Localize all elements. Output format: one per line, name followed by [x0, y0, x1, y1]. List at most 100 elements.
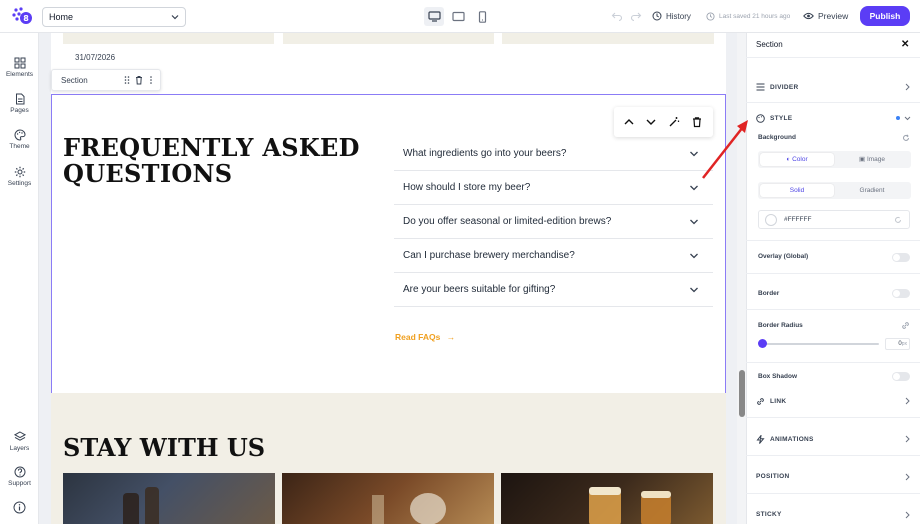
reset-icon[interactable] — [902, 134, 910, 142]
delete-icon[interactable] — [691, 116, 703, 128]
more-options-icon[interactable] — [146, 75, 156, 85]
faq-item[interactable]: How should I store my beer? — [394, 171, 713, 205]
grid-icon — [14, 57, 25, 69]
read-faqs-label: Read FAQs — [395, 332, 441, 342]
rail-settings[interactable]: Settings — [0, 166, 39, 187]
publish-button[interactable]: Publish — [860, 6, 910, 26]
border-radius-input[interactable]: 0px — [885, 338, 910, 350]
overlay-label: Overlay (Global) — [758, 253, 809, 260]
rail-theme[interactable]: Theme — [0, 129, 39, 150]
info-icon[interactable] — [13, 501, 26, 514]
eye-icon — [803, 12, 814, 20]
gradient-tab[interactable]: Gradient — [835, 184, 909, 197]
device-switcher — [424, 7, 492, 26]
chevron-down-icon — [690, 185, 698, 191]
app-logo[interactable]: 8 — [11, 6, 33, 26]
sticky-row[interactable]: STICKY — [756, 511, 912, 518]
link-icon[interactable] — [901, 321, 910, 330]
layers-icon — [13, 431, 26, 441]
border-radius-slider[interactable] — [762, 343, 879, 345]
faq-question: Can I purchase brewery merchandise? — [403, 250, 575, 261]
rail-pages[interactable]: Pages — [0, 93, 39, 114]
history-icon — [652, 11, 662, 21]
post-date: 31/07/2026 — [75, 53, 116, 62]
delete-icon[interactable] — [134, 75, 144, 85]
preview-label: Preview — [818, 11, 849, 21]
chevron-right-icon — [905, 473, 910, 481]
slider-handle[interactable] — [758, 339, 767, 348]
rail-layers-label: Layers — [9, 445, 30, 452]
canvas-scrollbar[interactable] — [737, 33, 746, 524]
page-select[interactable]: Home — [42, 7, 186, 27]
move-up-icon[interactable] — [623, 116, 635, 128]
faq-list: What ingredients go into your beers? How… — [394, 137, 713, 307]
desktop-view-button[interactable] — [424, 7, 444, 26]
faq-item[interactable]: What ingredients go into your beers? — [394, 137, 713, 171]
faq-item[interactable]: Do you offer seasonal or limited-edition… — [394, 205, 713, 239]
rail-layers[interactable]: Layers — [0, 431, 39, 452]
color-field[interactable]: #FFFFFF — [758, 210, 910, 229]
close-icon[interactable]: ✕ — [901, 39, 909, 50]
faq-question: What ingredients go into your beers? — [403, 148, 567, 159]
color-tab[interactable]: ◐ Color — [760, 153, 834, 166]
drag-handle-icon[interactable] — [122, 75, 132, 85]
color-swatch[interactable] — [765, 214, 777, 226]
chevron-down-icon — [690, 253, 698, 259]
divider-label: DIVIDER — [770, 83, 799, 91]
palette-icon — [756, 114, 765, 123]
svg-text:8: 8 — [23, 14, 29, 23]
solid-tab[interactable]: Solid — [760, 184, 834, 197]
section-toolbar — [614, 107, 713, 137]
read-faqs-link[interactable]: Read FAQs → — [395, 332, 455, 342]
rail-elements-label: Elements — [5, 71, 34, 78]
top-bar: 8 Home History Last saved 21 hours ago P… — [0, 0, 920, 33]
chevron-down-icon — [171, 15, 179, 20]
position-row[interactable]: POSITION — [756, 473, 912, 480]
faq-question: Are your beers suitable for gifting? — [403, 284, 556, 295]
animations-label: ANIMATIONS — [770, 436, 814, 443]
image-tab[interactable]: ▣ Image — [835, 153, 909, 166]
sticky-label: STICKY — [756, 511, 782, 518]
faq-item[interactable]: Are your beers suitable for gifting? — [394, 273, 713, 307]
mobile-view-button[interactable] — [472, 7, 492, 26]
undo-icon[interactable] — [611, 10, 623, 22]
link-row[interactable]: LINK — [756, 397, 912, 406]
tablet-view-button[interactable] — [448, 7, 468, 26]
color-tab-label: Color — [792, 156, 808, 163]
overlay-toggle[interactable] — [892, 253, 910, 262]
panel-divider — [746, 240, 920, 241]
fill-type-tabs: Solid Gradient — [758, 182, 911, 199]
palette-icon — [14, 129, 26, 141]
border-toggle[interactable] — [892, 289, 910, 298]
style-label: STYLE — [770, 115, 793, 122]
background-type-tabs: ◐ Color ▣ Image — [758, 151, 911, 168]
rail-support[interactable]: Support — [0, 466, 39, 487]
last-saved-label: Last saved 21 hours ago — [719, 13, 791, 20]
history-button[interactable]: History — [652, 11, 691, 21]
faq-question: Do you offer seasonal or limited-edition… — [403, 216, 612, 227]
redo-icon[interactable] — [630, 10, 642, 22]
chevron-right-icon — [905, 511, 910, 519]
panel-divider — [746, 309, 920, 310]
faq-item[interactable]: Can I purchase brewery merchandise? — [394, 239, 713, 273]
panel-divider — [746, 362, 920, 363]
box-shadow-toggle[interactable] — [892, 372, 910, 381]
rail-elements[interactable]: Elements — [0, 57, 39, 78]
link-label: LINK — [770, 398, 787, 405]
panel-divider — [746, 273, 920, 274]
divider-row[interactable]: DIVIDER — [756, 83, 912, 91]
move-down-icon[interactable] — [645, 116, 657, 128]
rail-support-label: Support — [8, 480, 31, 487]
rail-theme-label: Theme — [9, 143, 30, 150]
card-top-3 — [502, 33, 714, 44]
animations-row[interactable]: ANIMATIONS — [756, 435, 912, 444]
preview-button[interactable]: Preview — [803, 11, 848, 21]
style-row[interactable]: STYLE — [756, 114, 912, 123]
reset-icon[interactable] — [894, 216, 902, 224]
scrollbar-thumb[interactable] — [739, 370, 745, 417]
chevron-down-icon — [904, 116, 911, 121]
page-icon — [15, 93, 24, 105]
magic-wand-icon[interactable] — [668, 116, 680, 128]
panel-title: Section — [756, 40, 783, 49]
desktop-icon — [427, 11, 441, 22]
